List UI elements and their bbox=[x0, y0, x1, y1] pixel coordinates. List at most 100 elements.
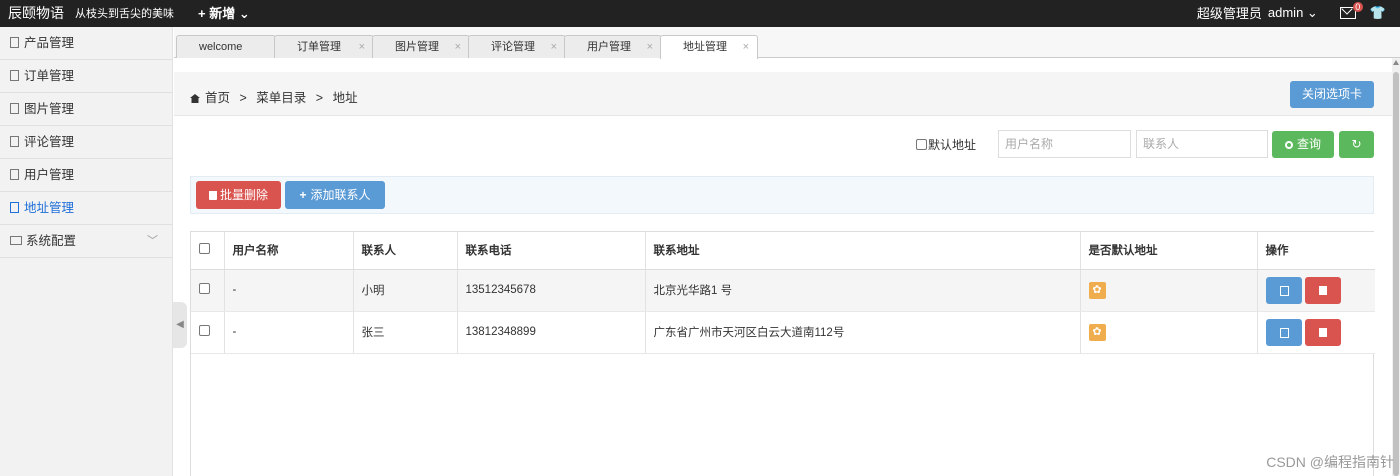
tab-label: 评论管理 bbox=[491, 41, 535, 53]
default-star-icon[interactable]: ✿ bbox=[1088, 281, 1106, 299]
refresh-icon: ↻ bbox=[1351, 137, 1362, 151]
tab-label: welcome bbox=[199, 41, 243, 53]
vertical-scrollbar[interactable] bbox=[1392, 58, 1400, 476]
tab-comments[interactable]: 评论管理 × bbox=[468, 35, 566, 58]
file-icon bbox=[10, 103, 19, 114]
close-icon[interactable]: × bbox=[455, 36, 461, 58]
breadcrumb-home[interactable]: 首页 bbox=[205, 91, 230, 105]
file-icon bbox=[10, 169, 19, 180]
column-header: 联系地址 bbox=[645, 232, 1081, 270]
cell-contact: 小明 bbox=[353, 269, 458, 312]
trash-icon bbox=[208, 191, 217, 200]
config-icon bbox=[10, 236, 22, 245]
refresh-button[interactable]: ↻ bbox=[1339, 131, 1374, 158]
row-checkbox[interactable] bbox=[199, 325, 210, 336]
scroll-up-icon[interactable] bbox=[1393, 60, 1399, 65]
add-contact-label: 添加联系人 bbox=[310, 188, 371, 202]
tab-bar: welcome 订单管理 × 图片管理 × 评论管理 × 用户管理 × 地址管理 × bbox=[174, 27, 1400, 59]
search-button-label: 查询 bbox=[1296, 137, 1321, 151]
sidebar-item-label: 评论管理 bbox=[24, 135, 75, 149]
batch-delete-button[interactable]: 批量删除 bbox=[196, 181, 281, 209]
sidebar-item-addresses[interactable]: 地址管理 bbox=[0, 192, 172, 225]
file-icon bbox=[10, 70, 19, 81]
default-star-icon[interactable]: ✿ bbox=[1088, 323, 1106, 341]
cell-default: ✿ bbox=[1080, 311, 1258, 354]
column-header: 联系电话 bbox=[457, 232, 646, 270]
top-navbar: 辰颐物语 从枝头到舌尖的美味 + 新增 ⌄ 超级管理员 admin ⌄ 0 👕 bbox=[0, 0, 1400, 27]
cell-username: - bbox=[224, 311, 354, 354]
cell-username: - bbox=[224, 269, 354, 312]
sidebar-item-label: 地址管理 bbox=[24, 201, 75, 215]
delete-button[interactable] bbox=[1304, 318, 1341, 346]
default-address-checkbox[interactable] bbox=[916, 139, 927, 150]
sidebar-item-label: 产品管理 bbox=[24, 36, 75, 50]
theme-shirt-icon[interactable]: 👕 bbox=[1370, 5, 1386, 21]
sidebar-item-label: 系统配置 bbox=[26, 234, 77, 248]
close-icon[interactable]: × bbox=[551, 36, 557, 58]
address-table: 用户名称 联系人 联系电话 联系地址 是否默认地址 操作 - 小明 135123… bbox=[191, 232, 1375, 354]
file-icon bbox=[10, 202, 19, 213]
row-select-cell bbox=[191, 311, 225, 354]
row-checkbox[interactable] bbox=[199, 283, 210, 294]
sidebar-collapse-handle[interactable]: ◀ bbox=[173, 302, 187, 348]
sidebar-item-products[interactable]: 产品管理 bbox=[0, 27, 172, 60]
breadcrumb-menu[interactable]: 菜单目录 bbox=[256, 91, 306, 105]
tab-orders[interactable]: 订单管理 × bbox=[274, 35, 374, 58]
sidebar-item-label: 图片管理 bbox=[24, 102, 75, 116]
table-row: - 小明 13512345678 北京光华路1 号 ✿ bbox=[191, 269, 1375, 312]
contact-search-input[interactable] bbox=[1136, 130, 1268, 158]
breadcrumb-current: 地址 bbox=[332, 91, 358, 105]
tab-users[interactable]: 用户管理 × bbox=[564, 35, 662, 58]
column-header: 用户名称 bbox=[224, 232, 354, 270]
breadcrumb: 首页 > 菜单目录 > 地址 bbox=[190, 87, 358, 106]
plus-icon: + bbox=[299, 188, 307, 202]
breadcrumb-separator: > bbox=[239, 91, 247, 105]
edit-button[interactable] bbox=[1265, 276, 1302, 304]
default-address-filter[interactable]: 默认地址 bbox=[916, 136, 976, 153]
breadcrumb-separator: > bbox=[315, 91, 324, 105]
close-icon[interactable]: × bbox=[647, 36, 653, 58]
sidebar-item-images[interactable]: 图片管理 bbox=[0, 93, 172, 126]
file-icon bbox=[10, 37, 19, 48]
brand-title: 辰颐物语 bbox=[8, 5, 64, 21]
mail-icon[interactable]: 0 bbox=[1339, 1, 1363, 19]
sidebar-item-label: 订单管理 bbox=[24, 69, 75, 83]
search-icon bbox=[1284, 141, 1293, 149]
close-icon[interactable]: × bbox=[743, 36, 749, 58]
watermark: CSDN @编程指南针 bbox=[1266, 454, 1394, 470]
mail-badge: 0 bbox=[1352, 1, 1363, 12]
row-select-cell bbox=[191, 269, 225, 312]
tab-label: 用户管理 bbox=[587, 41, 631, 53]
sidebar-item-comments[interactable]: 评论管理 bbox=[0, 126, 172, 159]
add-contact-button[interactable]: + 添加联系人 bbox=[285, 181, 385, 209]
column-header: 操作 bbox=[1257, 232, 1375, 270]
tab-label: 订单管理 bbox=[297, 41, 341, 53]
batch-delete-label: 批量删除 bbox=[219, 188, 268, 202]
select-all-checkbox[interactable] bbox=[199, 243, 210, 255]
username-search-input[interactable] bbox=[998, 130, 1131, 158]
close-icon[interactable]: × bbox=[359, 36, 365, 58]
tab-label: 地址管理 bbox=[683, 41, 727, 53]
delete-button[interactable] bbox=[1304, 276, 1341, 304]
home-icon bbox=[190, 94, 200, 103]
address-table-container: 用户名称 联系人 联系电话 联系地址 是否默认地址 操作 - 小明 135123… bbox=[190, 231, 1375, 476]
breadcrumb-bar: 首页 > 菜单目录 > 地址 bbox=[174, 72, 1392, 116]
new-dropdown-button[interactable]: + 新增 ⌄ bbox=[198, 3, 250, 22]
sidebar-item-orders[interactable]: 订单管理 bbox=[0, 60, 172, 93]
sidebar-item-system-config[interactable]: 系统配置 ﹀ bbox=[0, 225, 172, 258]
cell-actions bbox=[1257, 311, 1375, 354]
search-button[interactable]: 查询 bbox=[1272, 131, 1334, 158]
close-tabs-button[interactable]: 关闭选项卡 bbox=[1290, 81, 1374, 108]
tab-images[interactable]: 图片管理 × bbox=[372, 35, 470, 58]
cell-address: 北京光华路1 号 bbox=[645, 269, 1081, 312]
sidebar-item-users[interactable]: 用户管理 bbox=[0, 159, 172, 192]
tab-addresses[interactable]: 地址管理 × bbox=[660, 35, 758, 59]
cell-actions bbox=[1257, 269, 1375, 312]
sidebar-item-label: 用户管理 bbox=[24, 168, 75, 182]
scrollbar-thumb[interactable] bbox=[1393, 72, 1399, 476]
user-dropdown[interactable]: admin ⌄ bbox=[1268, 5, 1318, 21]
table-header-row: 用户名称 联系人 联系电话 联系地址 是否默认地址 操作 bbox=[191, 232, 1375, 270]
edit-button[interactable] bbox=[1265, 318, 1302, 346]
tab-welcome[interactable]: welcome bbox=[176, 35, 276, 58]
table-row: - 张三 13812348899 广东省广州市天河区白云大道南112号 ✿ bbox=[191, 311, 1375, 354]
